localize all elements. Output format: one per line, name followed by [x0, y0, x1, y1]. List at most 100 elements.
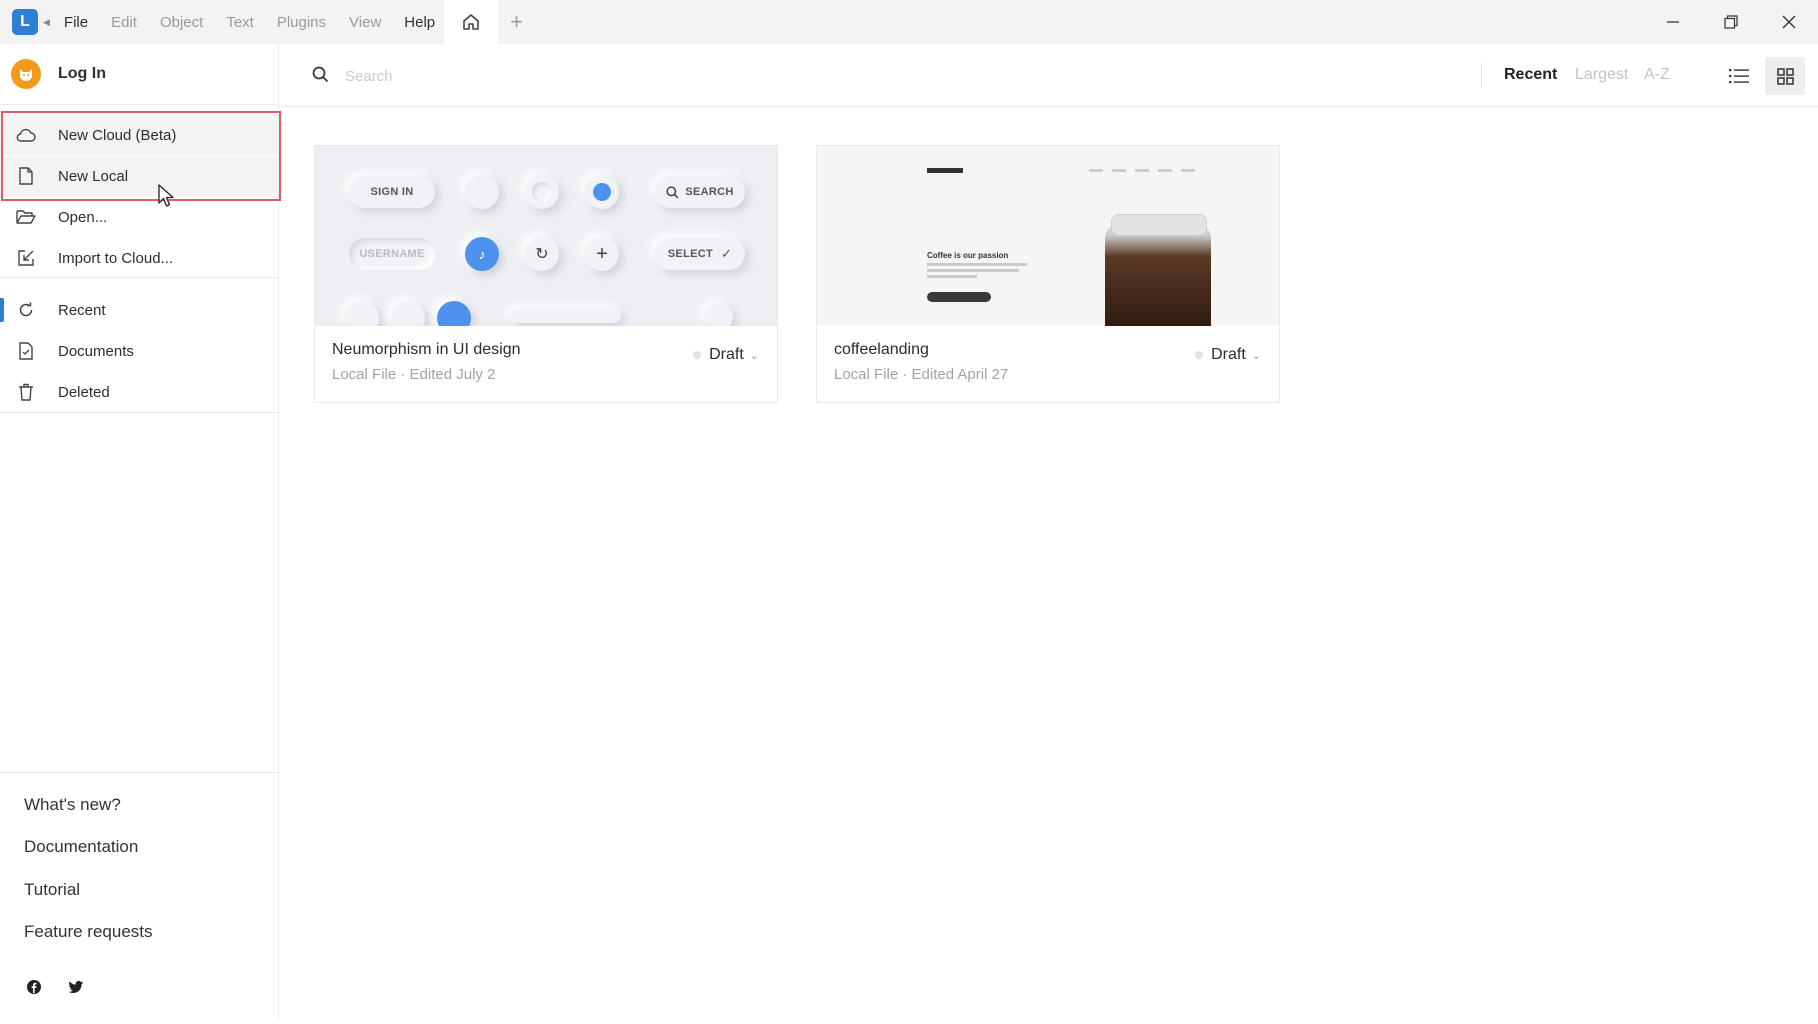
search-icon	[312, 66, 329, 83]
new-cloud-button[interactable]: New Cloud (Beta)	[0, 115, 278, 155]
status-dot	[693, 351, 702, 359]
new-local-button[interactable]: New Local	[0, 156, 278, 196]
cat-avatar-icon	[20, 69, 32, 81]
feature-requests-link[interactable]: Feature requests	[24, 922, 153, 942]
app-logo-letter: L	[20, 13, 30, 30]
preview-refresh-circle: ↻	[525, 237, 559, 271]
sort-a-z[interactable]: A-Z	[1644, 66, 1670, 84]
status-dot	[1195, 351, 1204, 359]
file-card[interactable]: SIGN IN SEARCH USERNAME ♪ ↻ + SELECT ✓ Ne…	[314, 145, 778, 403]
sidebar-item-deleted[interactable]: Deleted	[0, 372, 278, 412]
sort-separator	[1481, 62, 1482, 88]
menu-file[interactable]: File	[64, 14, 88, 31]
sidebar-item-documents-label: Documents	[58, 342, 134, 360]
file-title: Neumorphism in UI design	[332, 341, 521, 358]
sidebar-divider	[0, 277, 278, 278]
new-tab-plus-icon[interactable]: +	[510, 9, 523, 35]
sidebar-divider	[0, 772, 278, 773]
avatar[interactable]	[11, 59, 41, 89]
status-label: Draft	[709, 346, 744, 363]
menu-edit[interactable]: Edit	[111, 14, 137, 31]
trash-icon	[13, 383, 39, 401]
menu-object[interactable]: Object	[160, 14, 203, 31]
sort-largest[interactable]: Largest	[1575, 66, 1628, 84]
close-button[interactable]	[1760, 0, 1818, 44]
mouse-cursor-icon	[158, 184, 174, 207]
open-button[interactable]: Open...	[0, 197, 278, 237]
preview-plus-circle: +	[585, 237, 619, 271]
sidebar-item-deleted-label: Deleted	[58, 383, 110, 401]
sort-recent[interactable]: Recent	[1504, 66, 1557, 84]
list-view-button[interactable]	[1719, 57, 1759, 95]
preview-coffee-jar	[1105, 224, 1211, 326]
tutorial-link[interactable]: Tutorial	[24, 880, 80, 900]
file-card[interactable]: Coffee is our passion coffeelanding Loca…	[816, 145, 1280, 403]
import-icon	[13, 249, 39, 267]
caret-left-icon[interactable]: ◀	[43, 17, 50, 28]
status-dropdown[interactable]: Draft ⌄	[693, 346, 759, 364]
menu-help[interactable]: Help	[404, 14, 435, 31]
import-to-cloud-button[interactable]: Import to Cloud...	[0, 238, 278, 278]
preview-circle	[391, 301, 425, 326]
sidebar-item-documents[interactable]: Documents	[0, 331, 278, 371]
preview-headline: Coffee is our passion	[927, 251, 1009, 260]
minimize-button[interactable]	[1644, 0, 1702, 44]
twitter-icon[interactable]	[68, 979, 84, 995]
preview-circle	[465, 175, 499, 209]
top-bar: Recent Largest A-Z	[279, 44, 1818, 107]
search-input[interactable]	[343, 62, 747, 90]
preview-nav	[1089, 169, 1195, 172]
window-controls	[1644, 0, 1818, 44]
status-dropdown[interactable]: Draft ⌄	[1195, 346, 1261, 364]
status-label: Draft	[1211, 346, 1246, 363]
list-view-icon	[1729, 69, 1749, 84]
preview-circle	[525, 175, 559, 209]
file-thumbnail: Coffee is our passion	[817, 146, 1279, 326]
file-thumbnail: SIGN IN SEARCH USERNAME ♪ ↻ + SELECT ✓	[315, 146, 777, 326]
whats-new-link[interactable]: What's new?	[24, 795, 121, 815]
cloud-icon	[13, 128, 39, 142]
facebook-icon[interactable]	[26, 979, 42, 995]
preview-jar-lid	[1111, 214, 1207, 236]
document-icon	[13, 342, 39, 360]
home-tab[interactable]	[444, 0, 499, 44]
preview-select-pill: SELECT ✓	[655, 238, 745, 270]
preview-circle-blue: ♪	[465, 237, 499, 271]
app-logo-icon[interactable]: L	[12, 9, 38, 35]
neumorphism-preview: SIGN IN SEARCH USERNAME ♪ ↻ + SELECT ✓	[315, 146, 777, 326]
sidebar-divider	[0, 412, 278, 413]
sidebar-item-recent[interactable]: Recent	[0, 290, 278, 330]
new-cloud-label: New Cloud (Beta)	[58, 126, 177, 144]
open-label: Open...	[58, 208, 108, 226]
preview-username-field: USERNAME	[349, 238, 435, 270]
file-icon	[13, 167, 39, 185]
new-local-label: New Local	[58, 167, 129, 185]
preview-logo	[927, 168, 963, 173]
chevron-down-icon: ⌄	[1251, 349, 1261, 362]
menu-text[interactable]: Text	[226, 14, 254, 31]
import-to-cloud-label: Import to Cloud...	[58, 249, 174, 267]
file-title: coffeelanding	[834, 341, 929, 358]
sidebar: Log In New Cloud (Beta) New Local Open..…	[0, 44, 281, 1020]
restore-button[interactable]	[1702, 0, 1760, 44]
menu-plugins[interactable]: Plugins	[277, 14, 326, 31]
preview-select-label: SELECT	[667, 248, 713, 260]
file-subtitle: Local File · Edited July 2	[332, 366, 496, 383]
preview-signin-pill: SIGN IN	[349, 176, 435, 208]
preview-circle	[585, 175, 619, 209]
menu-view[interactable]: View	[349, 14, 381, 31]
documentation-link[interactable]: Documentation	[24, 837, 138, 857]
grid-view-icon	[1776, 67, 1794, 85]
grid-view-button[interactable]	[1765, 57, 1805, 95]
preview-search-label: SEARCH	[685, 186, 734, 198]
login-row[interactable]: Log In	[0, 44, 278, 105]
title-bar: L ◀ File Edit Object Text Plugins View H…	[0, 0, 1818, 44]
file-subtitle: Local File · Edited April 27	[834, 366, 1009, 383]
restore-icon	[1724, 15, 1738, 29]
login-label[interactable]: Log In	[58, 65, 106, 83]
preview-text-line	[927, 263, 1027, 266]
coffee-landing-preview: Coffee is our passion	[817, 146, 1279, 326]
close-icon	[1782, 15, 1796, 29]
preview-text-line	[927, 269, 1019, 272]
chevron-down-icon: ⌄	[749, 349, 759, 362]
